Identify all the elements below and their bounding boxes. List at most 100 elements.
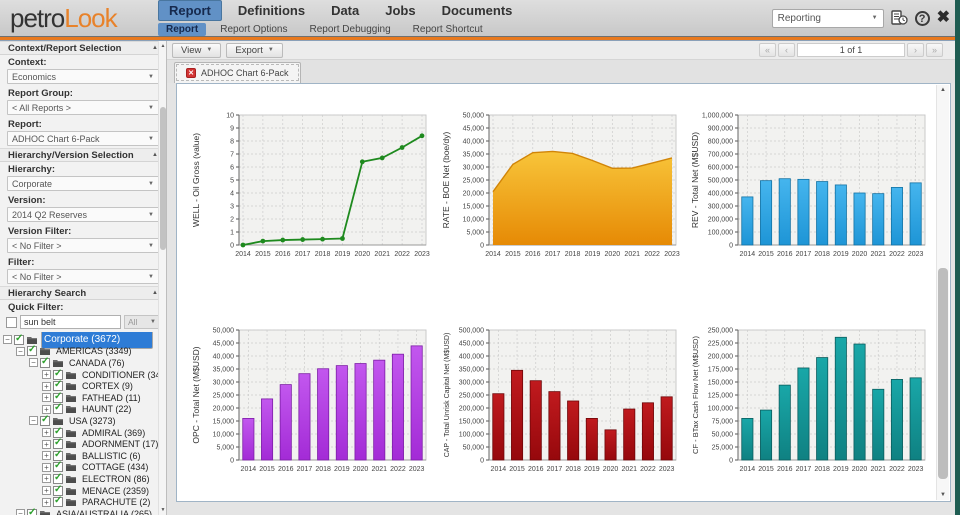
tree-node-menace[interactable]: MENACE (2359): [80, 486, 151, 496]
scroll-down-icon[interactable]: ▼: [159, 507, 166, 513]
tree-collapse-icon[interactable]: −: [29, 416, 38, 426]
section-hierarchy-version-selection[interactable]: Hierarchy/Version Selection ▲: [0, 148, 166, 162]
tree-checkbox[interactable]: ✓: [53, 437, 63, 450]
tree-checkbox[interactable]: ✓: [53, 449, 63, 461]
tree-checkbox[interactable]: ✓: [40, 356, 50, 368]
reporting-select[interactable]: Reporting ▼: [771, 8, 884, 28]
tree-checkbox[interactable]: ✓: [53, 402, 63, 415]
tree-node-electron[interactable]: ELECTRON (86): [80, 474, 152, 484]
tree-node-ballistic[interactable]: BALLISTIC (6): [80, 451, 143, 461]
tree-collapse-icon[interactable]: −: [29, 358, 38, 368]
tree-node-americas[interactable]: AMERICAS (3349): [54, 346, 134, 356]
report-journal-icon[interactable]: [890, 10, 908, 26]
subnav-report-shortcut[interactable]: Report Shortcut: [405, 23, 491, 36]
tree-row: + ✓ CORTEX (9): [3, 379, 156, 392]
tree-expand-icon[interactable]: +: [42, 370, 51, 380]
page-indicator[interactable]: 1 of 1: [797, 43, 905, 57]
tree-node-fathead[interactable]: FATHEAD (11): [80, 393, 143, 403]
section-hierarchy-search[interactable]: Hierarchy Search ▲: [0, 286, 166, 300]
chevron-down-icon: ▼: [871, 15, 878, 21]
tree-expand-icon[interactable]: +: [42, 462, 51, 472]
version-filter-value: < No Filter >: [12, 240, 62, 251]
tree-expand-icon[interactable]: +: [42, 474, 51, 484]
tree-checkbox[interactable]: ✓: [53, 390, 63, 403]
filter-select[interactable]: < No Filter > ▼: [7, 269, 159, 284]
tree-checkbox[interactable]: ✓: [53, 495, 63, 508]
nav-definitions[interactable]: Definitions: [228, 1, 315, 20]
tree-expand-icon[interactable]: +: [42, 428, 51, 438]
tree-collapse-icon[interactable]: −: [16, 346, 25, 356]
tree-checkbox[interactable]: ✓: [53, 426, 63, 438]
svg-text:OPC - Total Net (M$USD): OPC - Total Net (M$USD): [191, 346, 201, 443]
help-icon[interactable]: ?: [914, 10, 930, 26]
scroll-up-icon[interactable]: ▲: [937, 87, 949, 93]
nav-report[interactable]: Report: [158, 0, 222, 21]
hierarchy-select[interactable]: Corporate ▼: [7, 176, 159, 191]
tree-node-cortex[interactable]: CORTEX (9): [80, 381, 135, 391]
tree-checkbox[interactable]: ✓: [14, 333, 24, 345]
nav-documents[interactable]: Documents: [432, 1, 523, 20]
tree-expand-icon[interactable]: +: [42, 393, 51, 403]
tree-node-canada[interactable]: CANADA (76): [67, 358, 127, 368]
view-button[interactable]: View ▼: [172, 42, 222, 58]
scrollbar-thumb[interactable]: [938, 267, 948, 480]
tree-expand-icon[interactable]: +: [42, 404, 51, 414]
tree-node-asia-australia[interactable]: ASIA/AUSTRALIA (265): [54, 509, 154, 515]
section-context-report-selection[interactable]: Context/Report Selection ▲: [0, 41, 166, 55]
subnav-report-debugging[interactable]: Report Debugging: [302, 23, 399, 36]
tree-checkbox[interactable]: ✓: [27, 507, 37, 515]
tree-checkbox[interactable]: ✓: [53, 472, 63, 484]
tree-expand-icon[interactable]: +: [42, 497, 51, 507]
svg-text:2020: 2020: [852, 466, 868, 473]
nav-data[interactable]: Data: [321, 1, 369, 20]
tree-collapse-icon[interactable]: −: [3, 335, 12, 345]
tree-node-adornment[interactable]: ADORNMENT (17): [80, 439, 160, 449]
tab-adhoc-chart-6-pack[interactable]: ✕ ADHOC Chart 6-Pack: [174, 62, 301, 83]
scrollbar-thumb[interactable]: [160, 107, 166, 250]
check-icon: ✓: [54, 483, 63, 495]
quick-filter-input[interactable]: [20, 315, 121, 329]
next-page-button[interactable]: ›: [907, 43, 924, 57]
tree-node-conditioner[interactable]: CONDITIONER (34): [80, 370, 166, 380]
tree-node-cottage[interactable]: COTTAGE (434): [80, 462, 150, 472]
tree-checkbox[interactable]: ✓: [53, 460, 63, 473]
svg-text:25,000: 25,000: [213, 392, 235, 399]
canvas-scrollbar[interactable]: ▲ ▼: [936, 85, 949, 500]
tree-expand-icon[interactable]: +: [42, 381, 51, 391]
nav-jobs[interactable]: Jobs: [375, 1, 425, 20]
tree-checkbox[interactable]: ✓: [27, 344, 37, 357]
export-button[interactable]: Export ▼: [226, 42, 283, 58]
main-nav: Report Definitions Data Jobs Documents: [158, 0, 522, 21]
check-icon: ✓: [54, 390, 63, 402]
version-select[interactable]: 2014 Q2 Reserves ▼: [7, 207, 159, 222]
tree-node-parachute[interactable]: PARACHUTE (2): [80, 497, 152, 507]
prev-page-button[interactable]: ‹: [778, 43, 795, 57]
scroll-up-icon[interactable]: ▲: [159, 43, 166, 49]
subnav-report-options[interactable]: Report Options: [212, 23, 295, 36]
tab-close-icon[interactable]: ✕: [186, 68, 196, 78]
tree-collapse-icon[interactable]: −: [16, 509, 25, 515]
sidebar-scrollbar[interactable]: ▲ ▼: [158, 41, 166, 515]
tree-node-admiral[interactable]: ADMIRAL (369): [80, 428, 147, 438]
close-icon[interactable]: ✖: [937, 10, 950, 26]
version-filter-select[interactable]: < No Filter > ▼: [7, 238, 159, 253]
tree-expand-icon[interactable]: +: [42, 451, 51, 461]
tree-node-usa[interactable]: USA (3273): [67, 416, 118, 426]
scroll-down-icon[interactable]: ▼: [937, 492, 949, 498]
tree-checkbox[interactable]: ✓: [53, 368, 63, 380]
report-select[interactable]: ADHOC Chart 6-Pack ▼: [7, 131, 159, 146]
tree-node-haunt[interactable]: HAUNT (22): [80, 404, 133, 414]
subnav-report[interactable]: Report: [158, 23, 207, 36]
tree-checkbox[interactable]: ✓: [53, 483, 63, 496]
tree-row: + ✓ ADMIRAL (369): [3, 426, 156, 439]
last-page-button[interactable]: »: [926, 43, 943, 57]
first-page-button[interactable]: «: [759, 43, 776, 57]
tree-checkbox[interactable]: ✓: [53, 379, 63, 392]
report-group-select[interactable]: < All Reports > ▼: [7, 100, 159, 115]
tree-checkbox[interactable]: ✓: [40, 414, 50, 426]
context-select[interactable]: Economics ▼: [7, 69, 159, 84]
tree-expand-icon[interactable]: +: [42, 486, 51, 496]
quick-filter-checkbox[interactable]: [6, 316, 17, 328]
tree-expand-icon[interactable]: +: [42, 439, 51, 449]
quick-filter-scope-select[interactable]: All ▼: [124, 315, 160, 329]
